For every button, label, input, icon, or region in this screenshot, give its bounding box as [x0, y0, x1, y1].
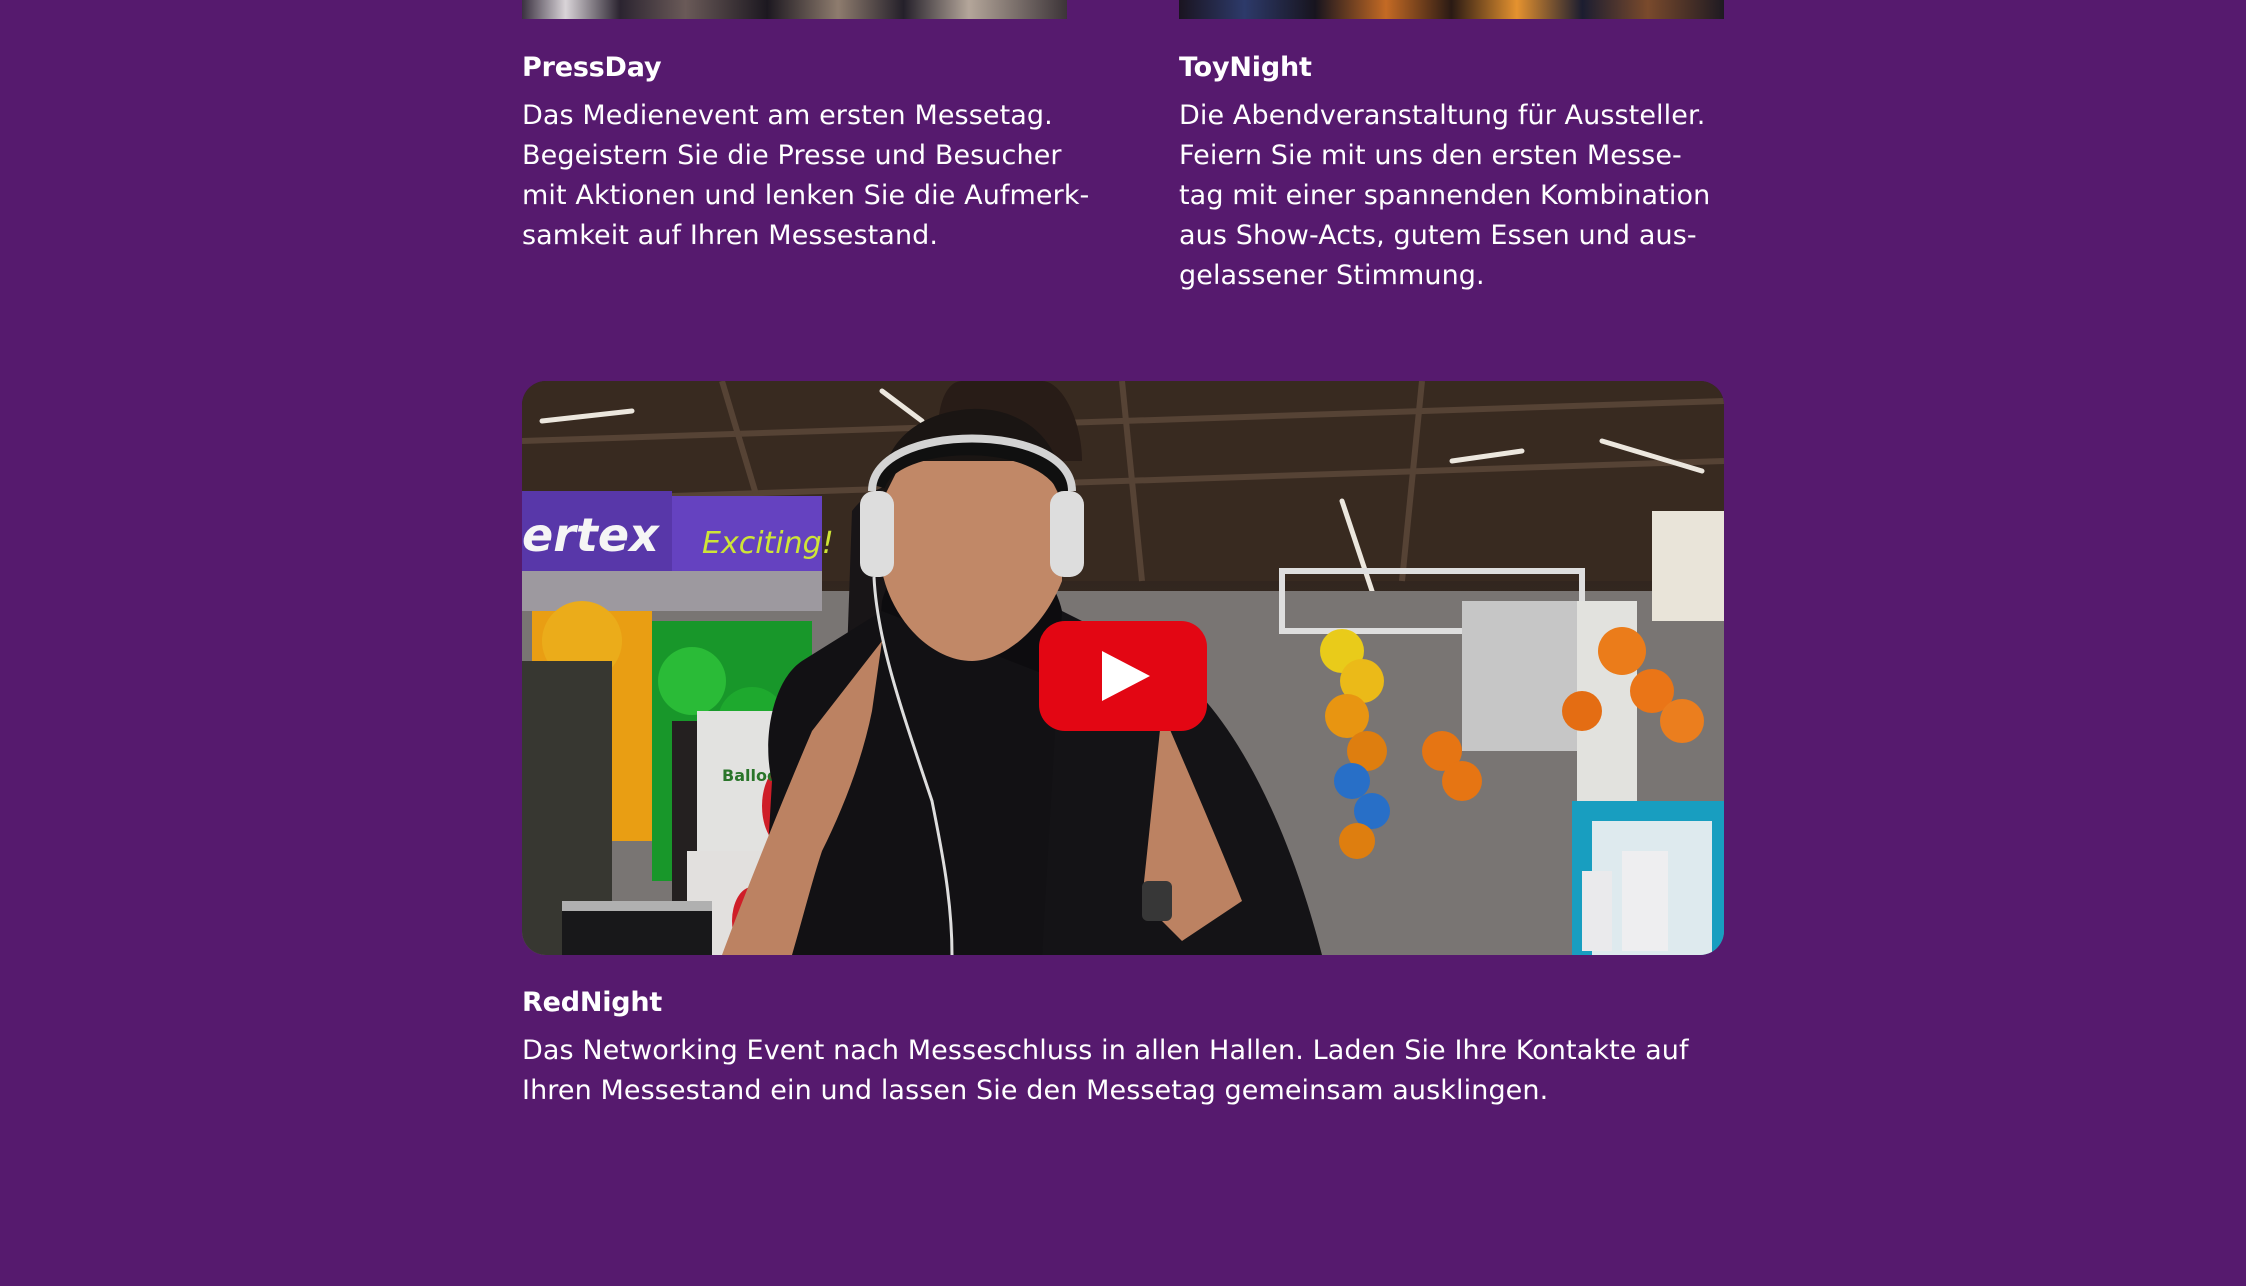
- red-night-description: Das Networking Event nach Messeschluss i…: [522, 1031, 1724, 1111]
- toy-night-line: aus Show-Acts, gutem Essen und aus-: [1179, 220, 1697, 251]
- press-day-card: PressDay Das Medienevent am ersten Messe…: [522, 50, 1090, 256]
- toy-night-card: ToyNight Die Abendveranstaltung für Auss…: [1179, 50, 1739, 296]
- play-icon: [1102, 651, 1150, 701]
- toy-night-image[interactable]: [1179, 0, 1724, 19]
- red-night-card: RedNight Das Networking Event nach Messe…: [522, 985, 1724, 1111]
- play-button[interactable]: [1039, 621, 1207, 731]
- toy-night-line: Die Abendveranstaltung für Aussteller.: [1179, 100, 1706, 131]
- press-day-line: Das Medienevent am ersten Messetag.: [522, 100, 1053, 131]
- press-day-line: Begeistern Sie die Presse und Besucher: [522, 140, 1062, 171]
- red-night-line: Das Networking Event nach Messeschluss i…: [522, 1035, 1689, 1066]
- video-player[interactable]: ertex Exciting! BalloonGas: [522, 381, 1724, 955]
- red-night-line: Ihren Messestand ein und lassen Sie den …: [522, 1075, 1549, 1106]
- toy-night-title: ToyNight: [1179, 52, 1312, 83]
- page: PressDay Das Medienevent am ersten Messe…: [0, 0, 2246, 1286]
- press-day-image[interactable]: [522, 0, 1067, 19]
- press-day-line: samkeit auf Ihren Messestand.: [522, 220, 939, 251]
- toy-night-description: Die Abendveranstaltung für Aussteller. F…: [1179, 96, 1739, 296]
- press-day-description: Das Medienevent am ersten Messetag. Bege…: [522, 96, 1090, 256]
- press-day-title: PressDay: [522, 52, 662, 83]
- toy-night-line: Feiern Sie mit uns den ersten Messe-: [1179, 140, 1682, 171]
- toy-night-line: gelassener Stimmung.: [1179, 260, 1485, 291]
- red-night-title: RedNight: [522, 987, 663, 1018]
- toy-night-line: tag mit einer spannenden Kombination: [1179, 180, 1711, 211]
- press-day-line: mit Aktionen und lenken Sie die Aufmerk-: [522, 180, 1090, 211]
